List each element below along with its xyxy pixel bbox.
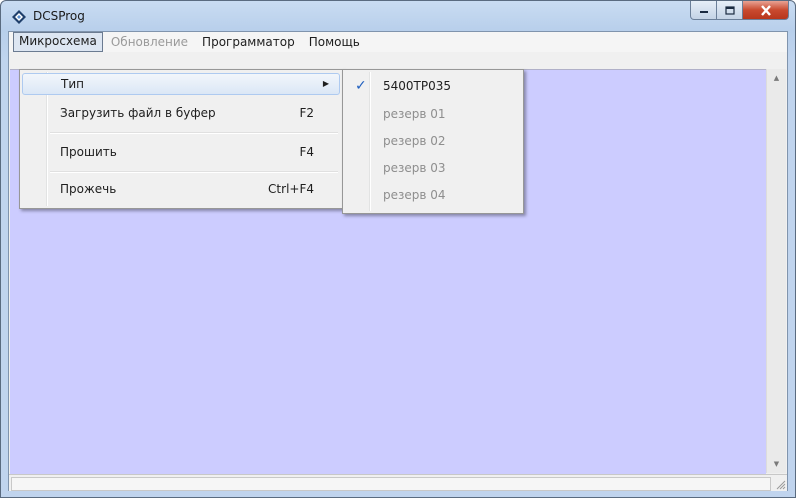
shortcut-f2: F2: [299, 106, 314, 120]
submenu-arrow-icon: ▶: [322, 79, 329, 88]
menu-item-prozhech-label: Прожечь: [60, 182, 117, 196]
menu-item-proshit-label: Прошить: [60, 145, 117, 159]
minimize-button[interactable]: [690, 1, 717, 20]
submenu-item-rezerv-02[interactable]: резерв 02: [345, 130, 521, 152]
status-bar: [9, 474, 787, 491]
submenu-item-label: резерв 01: [383, 107, 446, 121]
menu-separator: [50, 132, 338, 134]
resize-grip-icon[interactable]: [774, 478, 786, 490]
menu-item-prozhech[interactable]: Прожечь Ctrl+F4: [22, 178, 340, 200]
menu-item-load-buffer[interactable]: Загрузить файл в буфер F2: [22, 102, 340, 124]
status-panel: [11, 477, 771, 491]
scroll-up-icon[interactable]: ▲: [767, 71, 786, 85]
menu-bar: Микросхема Обновление Программатор Помощ…: [9, 32, 787, 52]
submenu-tip: ✓ 5400ТР035 резерв 01 резерв 02 резерв 0…: [342, 69, 524, 214]
menu-item-proshit[interactable]: Прошить F4: [22, 141, 340, 163]
submenu-item-label: резерв 04: [383, 188, 446, 202]
submenu-item-5400tr035[interactable]: ✓ 5400ТР035: [345, 75, 521, 97]
menu-item-load-buffer-label: Загрузить файл в буфер: [60, 106, 216, 120]
submenu-item-label: резерв 02: [383, 134, 446, 148]
maximize-button[interactable]: [717, 1, 743, 20]
shortcut-f4: F4: [299, 145, 314, 159]
window-title: DCSProg: [33, 9, 85, 23]
menu-separator: [50, 171, 338, 173]
maximize-icon: [724, 5, 735, 15]
shortcut-ctrl-f4: Ctrl+F4: [268, 182, 314, 196]
menu-obnovlenie[interactable]: Обновление: [105, 33, 194, 51]
title-bar[interactable]: DCSProg: [1, 1, 795, 31]
caption-buttons: [690, 1, 789, 21]
menu-programmator[interactable]: Программатор: [196, 33, 301, 51]
scroll-down-icon[interactable]: ▼: [767, 457, 786, 471]
submenu-item-rezerv-03[interactable]: резерв 03: [345, 157, 521, 179]
menu-pomoshch[interactable]: Помощь: [303, 33, 366, 51]
menu-item-tip[interactable]: Тип ▶: [22, 73, 340, 95]
menu-item-tip-label: Тип: [61, 77, 84, 91]
submenu-item-label: 5400ТР035: [383, 79, 452, 93]
menu-mikroskhema[interactable]: Микросхема: [13, 32, 103, 52]
app-diamond-icon: [12, 10, 26, 24]
submenu-item-label: резерв 03: [383, 161, 446, 175]
vertical-scrollbar[interactable]: ▲ ▼: [766, 69, 786, 473]
submenu-item-rezerv-04[interactable]: резерв 04: [345, 184, 521, 206]
minimize-icon: [699, 11, 708, 13]
checkmark-icon: ✓: [355, 78, 367, 94]
submenu-item-rezerv-01[interactable]: резерв 01: [345, 103, 521, 125]
close-icon: [760, 4, 771, 16]
dropdown-mikroskhema: Тип ▶ Загрузить файл в буфер F2 Прошить …: [19, 69, 343, 209]
close-button[interactable]: [743, 1, 789, 20]
